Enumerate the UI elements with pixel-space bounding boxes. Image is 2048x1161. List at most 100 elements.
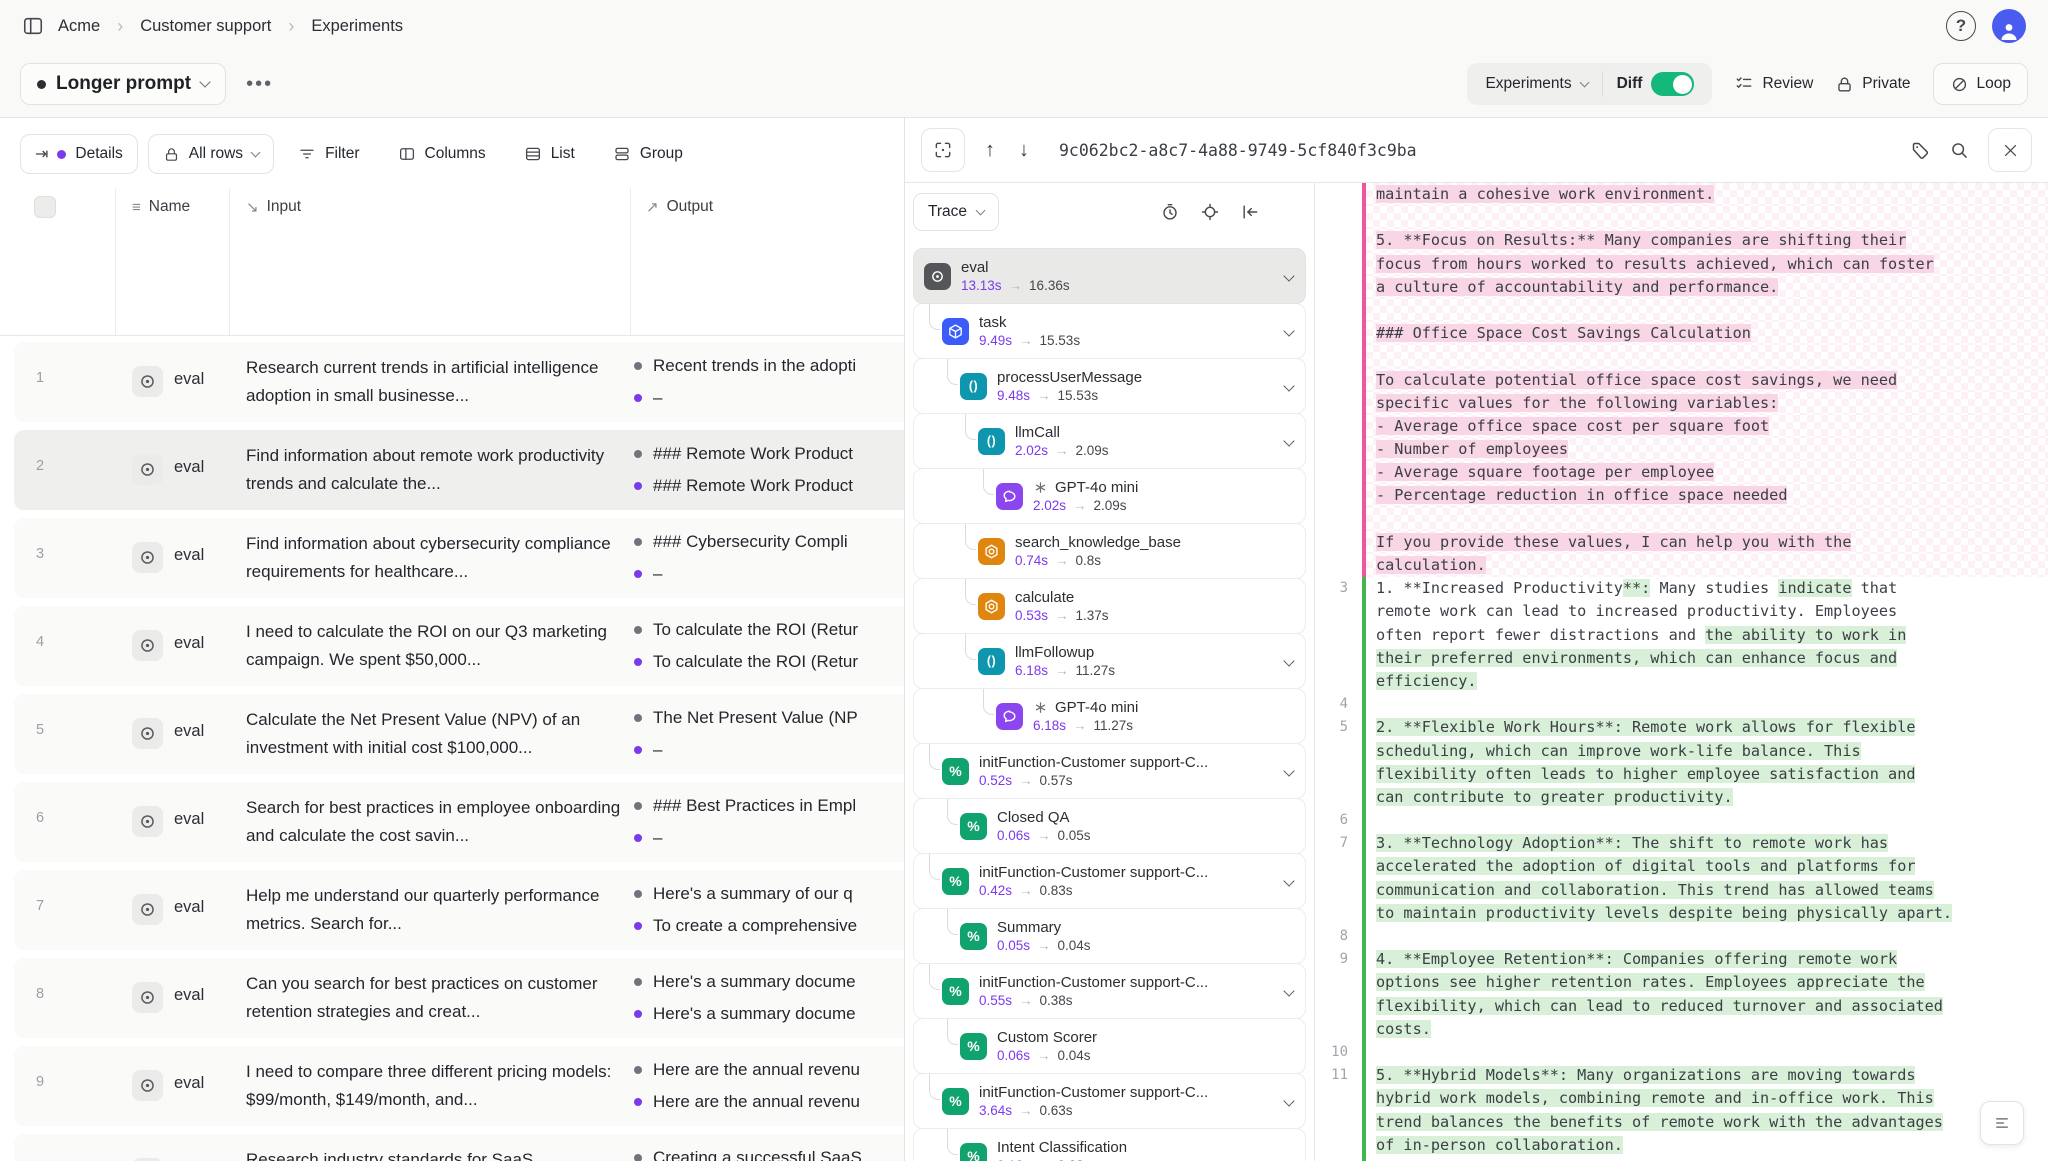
experiments-dropdown-label: Experiments — [1485, 75, 1571, 93]
breadcrumb-org[interactable]: Acme — [58, 17, 100, 36]
previous-row-button[interactable]: ↑ — [981, 139, 999, 162]
unchanged-text: remote work can lead to increased produc… — [1376, 602, 1897, 620]
table-row[interactable]: 4evalI need to calculate the ROI on our … — [14, 606, 905, 686]
diff-gutter — [1315, 531, 1362, 554]
trace-tree-row[interactable]: search_knowledge_base0.74s→0.8s — [913, 523, 1306, 579]
trace-tree-row[interactable]: %Summary0.05s→0.04s — [913, 908, 1306, 964]
column-header-name[interactable]: ≡ Name — [132, 198, 190, 216]
diff-gutter — [1315, 369, 1362, 392]
table-row[interactable]: 8evalCan you search for best practices o… — [14, 958, 905, 1038]
collapse-left-icon[interactable] — [1240, 202, 1260, 222]
close-panel-button[interactable] — [1988, 128, 2032, 172]
row-input: Calculate the Net Present Value (NPV) of… — [246, 706, 638, 762]
output-bullet-icon — [634, 362, 642, 370]
breadcrumb-section[interactable]: Experiments — [311, 17, 403, 36]
table-row[interactable]: 7evalHelp me understand our quarterly pe… — [14, 870, 905, 950]
trace-tree-row[interactable]: %initFunction-Customer support-C...0.42s… — [913, 853, 1306, 909]
trace-tree-row[interactable]: GPT-4o mini2.02s→2.09s — [913, 468, 1306, 524]
trace-tree-row[interactable]: %Custom Scorer0.06s→0.04s — [913, 1018, 1306, 1074]
fn-icon: () — [978, 428, 1005, 455]
next-row-button[interactable]: ↓ — [1015, 139, 1033, 162]
diff-added-line: of in-person collaboration. — [1315, 1134, 2048, 1157]
output-bullet-icon — [634, 394, 642, 402]
private-button[interactable]: Private — [1835, 75, 1910, 94]
loop-button[interactable]: Loop — [1933, 63, 2028, 105]
diff-line-number — [1315, 786, 1362, 809]
help-icon[interactable]: ? — [1946, 11, 1976, 41]
diff-pane: maintain a cohesive work environment. 5.… — [1314, 183, 2048, 1161]
trace-tree-row[interactable]: %Intent Classification0.13s→0.08s — [913, 1128, 1306, 1161]
table-row[interactable]: 10evalResearch industry standards for Sa… — [14, 1134, 905, 1161]
trace-view-dropdown[interactable]: Trace — [913, 193, 999, 231]
columns-label: Columns — [425, 145, 486, 163]
row-output-line: – — [634, 740, 905, 760]
diff-code: of in-person collaboration. — [1362, 1134, 2048, 1157]
trace-tree-row[interactable]: ()llmFollowup6.18s→11.27s — [913, 633, 1306, 689]
avatar[interactable] — [1992, 9, 2026, 43]
select-all-checkbox[interactable] — [34, 196, 56, 218]
diff-code: - Number of employees — [1362, 438, 2048, 461]
details-button[interactable]: ⇥ Details — [20, 134, 138, 174]
row-input: I need to calculate the ROI on our Q3 ma… — [246, 618, 638, 674]
diff-code: efficiency. — [1362, 670, 2048, 693]
filter-label: Filter — [325, 145, 359, 163]
review-button[interactable]: Review — [1734, 74, 1813, 94]
filter-button[interactable]: Filter — [284, 134, 373, 174]
more-actions-button[interactable]: ••• — [238, 67, 281, 102]
trace-tree-row[interactable]: %initFunction-Customer support-C...0.55s… — [913, 963, 1306, 1019]
table-row[interactable]: 3evalFind information about cybersecurit… — [14, 518, 905, 598]
openai-icon — [1033, 480, 1048, 495]
diff-gutter — [1315, 508, 1362, 531]
trace-tree-row[interactable]: task9.49s→15.53s — [913, 303, 1306, 359]
column-header-input[interactable]: ↘ Input — [246, 198, 301, 216]
tag-icon[interactable] — [1910, 140, 1931, 161]
table-row[interactable]: 5evalCalculate the Net Present Value (NP… — [14, 694, 905, 774]
table-row[interactable]: 1evalResearch current trends in artifici… — [14, 342, 905, 422]
checklist-icon — [1734, 74, 1754, 94]
trace-tree-row[interactable]: ()llmCall2.02s→2.09s — [913, 413, 1306, 469]
tree-connector — [929, 304, 940, 330]
lock-icon — [163, 146, 180, 163]
trace-tree-row[interactable]: %initFunction-Customer support-C...3.64s… — [913, 1073, 1306, 1129]
trace-tree-row[interactable]: eval13.13s→16.36s — [913, 248, 1306, 304]
group-button[interactable]: Group — [599, 134, 697, 174]
columns-button[interactable]: Columns — [384, 134, 500, 174]
added-text: to maintain productivity levels despite … — [1376, 904, 1952, 922]
removed-text: maintain a cohesive work environment. — [1376, 185, 1714, 203]
eval-icon — [132, 454, 163, 485]
outline-button[interactable] — [1980, 1101, 2024, 1145]
list-button[interactable]: List — [510, 134, 589, 174]
column-header-output[interactable]: ↗ Output — [646, 198, 713, 216]
removed-text: - Average square footage per employee — [1376, 463, 1714, 481]
eval-icon — [132, 542, 163, 573]
row-input: I need to compare three different pricin… — [246, 1058, 638, 1114]
table-row[interactable]: 2evalFind information about remote work … — [14, 430, 905, 510]
experiments-dropdown[interactable]: Experiments — [1471, 75, 1601, 93]
diff-line-number — [1315, 600, 1362, 623]
diff-toggle[interactable] — [1651, 72, 1694, 96]
trace-tree-row[interactable]: %initFunction-Customer support-C...0.52s… — [913, 743, 1306, 799]
table-row[interactable]: 6evalSearch for best practices in employ… — [14, 782, 905, 862]
row-output-text: To calculate the ROI (Retur — [653, 620, 858, 640]
added-text: scheduling, which can improve work-life … — [1376, 742, 1861, 760]
duration-after: 0.04s — [1058, 1048, 1091, 1063]
expand-trace-button[interactable] — [921, 128, 965, 172]
experiment-select-button[interactable]: Longer prompt — [20, 63, 226, 105]
sidebar-toggle-icon[interactable] — [22, 15, 44, 37]
trace-tree-row[interactable]: %Closed QA0.06s→0.05s — [913, 798, 1306, 854]
diff-code: trend balances the benefits of remote wo… — [1362, 1111, 2048, 1134]
timer-icon[interactable] — [1160, 202, 1180, 222]
tree-node-times: 0.06s→0.05s — [997, 828, 1091, 843]
trace-tree-row[interactable]: ()processUserMessage9.48s→15.53s — [913, 358, 1306, 414]
search-icon[interactable] — [1949, 140, 1970, 161]
table-row[interactable]: 9evalI need to compare three different p… — [14, 1046, 905, 1126]
added-text: trend balances the benefits of remote wo… — [1376, 1113, 1943, 1131]
score-icon: % — [960, 923, 987, 950]
tree-node-main: initFunction-Customer support-C...0.55s→… — [979, 974, 1208, 1008]
crosshair-icon[interactable] — [1200, 202, 1220, 222]
all-rows-dropdown[interactable]: All rows — [148, 134, 274, 174]
breadcrumb-project[interactable]: Customer support — [140, 17, 271, 36]
output-bullet-icon — [634, 450, 642, 458]
trace-tree-row[interactable]: GPT-4o mini6.18s→11.27s — [913, 688, 1306, 744]
trace-tree-row[interactable]: calculate0.53s→1.37s — [913, 578, 1306, 634]
